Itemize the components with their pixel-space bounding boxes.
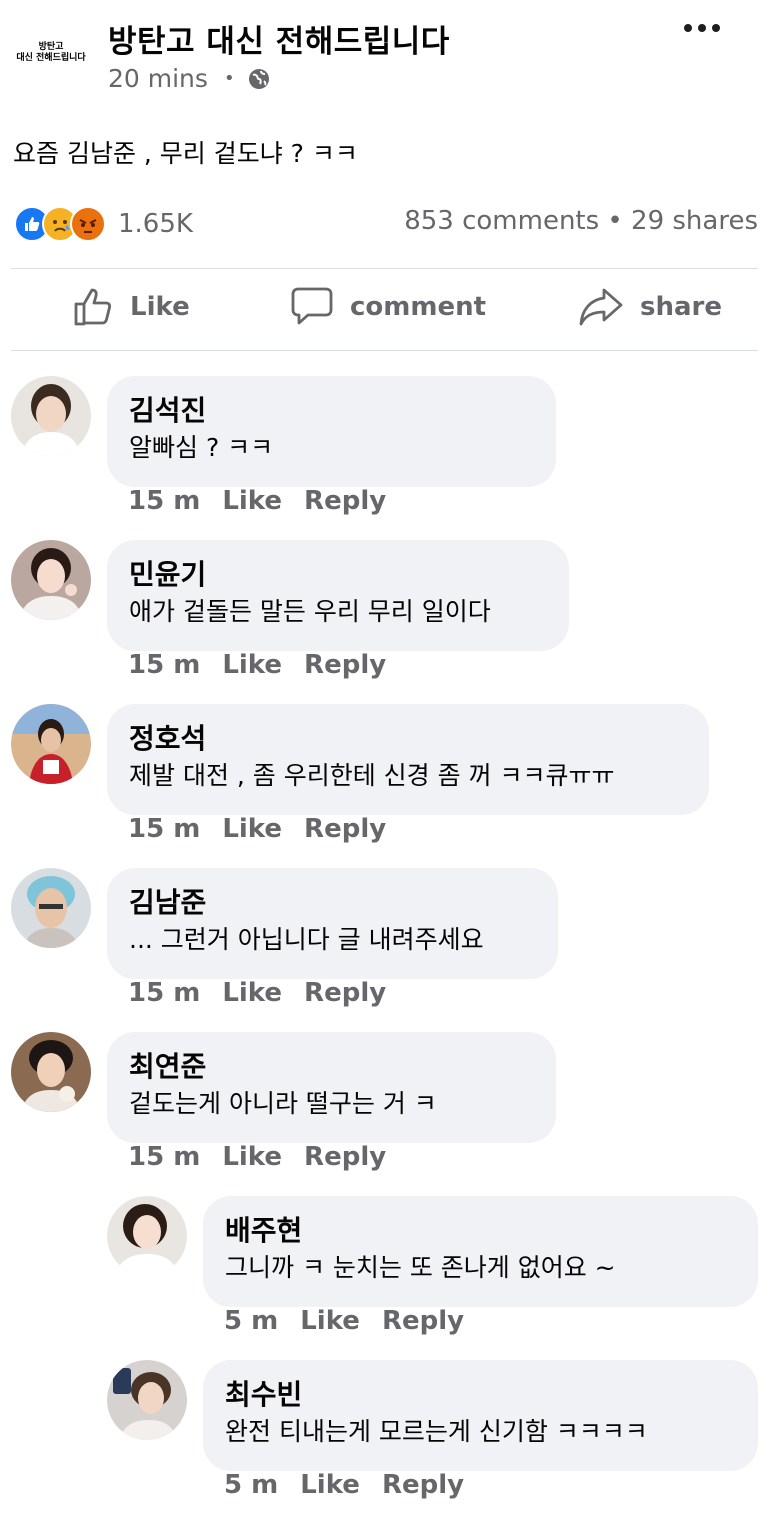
comment-like-button[interactable]: Like (222, 650, 282, 680)
reply-text: 완전 티내는게 모르는게 신기함 ㅋㅋㅋㅋ (225, 1417, 648, 1446)
comment-reply-button[interactable]: Reply (304, 650, 386, 680)
comment-icon (291, 287, 333, 325)
comment-time: 15 m (128, 650, 201, 680)
comment-like-button[interactable]: Like (222, 1142, 282, 1172)
angry-icon (70, 206, 106, 242)
reply-bubble: 배주현 그니까 ㅋ 눈치는 또 존나게 없어요 ~ (203, 1196, 758, 1307)
comment-text: 제발 대전 , 좀 우리한테 신경 좀 꺼 ㅋㅋ큐ㅠㅠ (129, 761, 615, 790)
post-time[interactable]: 20 mins (108, 64, 208, 93)
like-button[interactable]: Like (72, 286, 190, 328)
commenter-avatar[interactable] (11, 376, 91, 456)
reply-like-button[interactable]: Like (300, 1306, 360, 1336)
comment-time: 15 m (128, 978, 201, 1008)
reply-author[interactable]: 배주현 (225, 1214, 736, 1248)
reply-reply-button[interactable]: Reply (382, 1470, 464, 1500)
post-stats: 1.65K 853 comments • 29 shares (14, 202, 758, 248)
comment-text: 알빠심 ? ㅋㅋ (129, 433, 274, 462)
comment-author[interactable]: 민윤기 (129, 558, 547, 592)
comment-author[interactable]: 정호석 (129, 722, 687, 756)
comment-meta: 15 m Like Reply (128, 814, 386, 844)
thumbs-up-icon (74, 288, 112, 326)
post-header: 방탄고 대신 전해드립니다 방탄고 대신 전해드립니다 20 mins • (0, 0, 772, 110)
comment-bubble: 김남준 ... 그런거 아닙니다 글 내려주세요 (107, 868, 558, 979)
post-actions: Like comment share (0, 270, 772, 350)
comment-button[interactable]: comment (290, 286, 486, 328)
comment-bubble: 민윤기 애가 겉돌든 말든 우리 무리 일이다 (107, 540, 569, 651)
comment-like-button[interactable]: Like (222, 486, 282, 516)
comment-time: 15 m (128, 486, 201, 516)
globe-icon (247, 67, 271, 91)
commenter-avatar[interactable] (11, 540, 91, 620)
comment-time: 15 m (128, 1142, 201, 1172)
divider (11, 268, 758, 269)
reply-reply-button[interactable]: Reply (382, 1306, 464, 1336)
share-icon (579, 288, 623, 326)
comment-reply-button[interactable]: Reply (304, 486, 386, 516)
comment-author[interactable]: 김석진 (129, 394, 534, 428)
reply-meta: 5 m Like Reply (224, 1306, 464, 1336)
reply-avatar[interactable] (107, 1196, 187, 1276)
commenter-avatar[interactable] (11, 704, 91, 784)
comment-author[interactable]: 김남준 (129, 886, 536, 920)
reply-text: 그니까 ㅋ 눈치는 또 존나게 없어요 ~ (225, 1253, 616, 1282)
reply-time: 5 m (224, 1306, 279, 1336)
share-label: share (640, 292, 722, 322)
comment-time: 15 m (128, 814, 201, 844)
comment-author[interactable]: 최연준 (129, 1050, 534, 1084)
reply-time: 5 m (224, 1470, 279, 1500)
comments-shares-count[interactable]: 853 comments • 29 shares (404, 206, 758, 236)
reply-like-button[interactable]: Like (300, 1470, 360, 1500)
reply-avatar[interactable] (107, 1360, 187, 1440)
comment-meta: 15 m Like Reply (128, 978, 386, 1008)
like-label: Like (130, 292, 190, 322)
reaction-count: 1.65K (118, 209, 193, 239)
commenter-avatar[interactable] (11, 1032, 91, 1112)
comment-meta: 15 m Like Reply (128, 1142, 386, 1172)
comment-like-button[interactable]: Like (222, 814, 282, 844)
reply-bubble: 최수빈 완전 티내는게 모르는게 신기함 ㅋㅋㅋㅋ (203, 1360, 758, 1471)
comment-bubble: 김석진 알빠심 ? ㅋㅋ (107, 376, 556, 487)
post-text: 요즘 김남준 , 무리 겉도냐 ? ㅋㅋ (13, 139, 358, 168)
page-avatar-text-1: 방탄고 (38, 42, 64, 52)
comment-text: 애가 겉돌든 말든 우리 무리 일이다 (129, 597, 491, 626)
comment-bubble: 정호석 제발 대전 , 좀 우리한테 신경 좀 꺼 ㅋㅋ큐ㅠㅠ (107, 704, 709, 815)
comment-bubble: 최연준 겉도는게 아니라 떨구는 거 ㅋ (107, 1032, 556, 1143)
comment-text: 겉도는게 아니라 떨구는 거 ㅋ (129, 1089, 437, 1118)
reactions-summary[interactable]: 1.65K (14, 206, 193, 242)
meta-separator: • (223, 68, 235, 89)
commenter-avatar[interactable] (11, 868, 91, 948)
more-options-icon[interactable] (684, 24, 720, 32)
page-avatar-text-2: 대신 전해드립니다 (16, 53, 86, 63)
comment-meta: 15 m Like Reply (128, 650, 386, 680)
comment-meta: 15 m Like Reply (128, 486, 386, 516)
divider (11, 350, 758, 351)
share-button[interactable]: share (578, 286, 722, 328)
page-avatar[interactable]: 방탄고 대신 전해드립니다 (10, 28, 92, 78)
post-meta: 20 mins • (108, 64, 271, 93)
reply-meta: 5 m Like Reply (224, 1470, 464, 1500)
comment-label: comment (350, 292, 487, 322)
comment-reply-button[interactable]: Reply (304, 814, 386, 844)
comment-reply-button[interactable]: Reply (304, 978, 386, 1008)
reply-author[interactable]: 최수빈 (225, 1378, 736, 1412)
comment-reply-button[interactable]: Reply (304, 1142, 386, 1172)
page-name[interactable]: 방탄고 대신 전해드립니다 (108, 16, 450, 61)
comment-text: ... 그런거 아닙니다 글 내려주세요 (129, 925, 484, 954)
comment-like-button[interactable]: Like (222, 978, 282, 1008)
